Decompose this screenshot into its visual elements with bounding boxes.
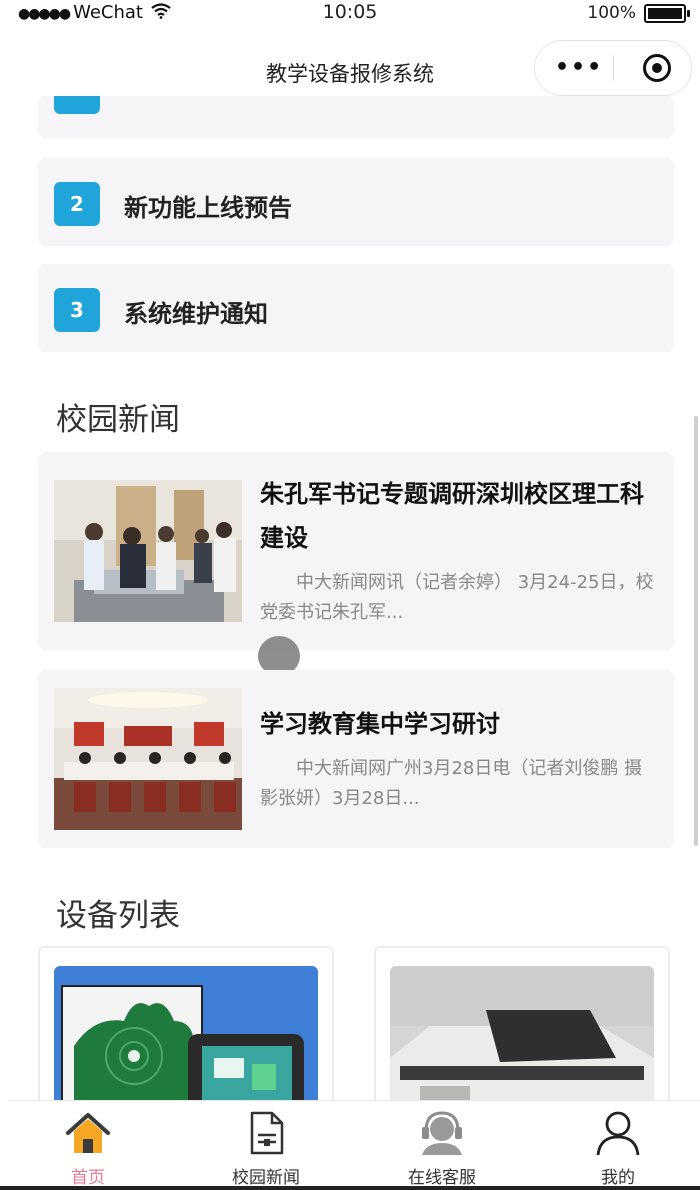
notice-badge-partial: [54, 96, 100, 114]
news-card[interactable]: 朱孔军书记专题调研深圳校区理工科建设 中大新闻网讯（记者余婷） 3月24-25日…: [38, 452, 674, 650]
news-photo-meeting-visit: [54, 480, 242, 622]
tab-label: 在线客服: [408, 1168, 476, 1188]
capsule-divider: [613, 55, 614, 81]
status-bar: ●●●●● WeChat 10:05 100%: [0, 0, 700, 30]
mini-program-capsule: •••: [534, 40, 692, 96]
tab-label: 校园新闻: [232, 1168, 300, 1188]
tab-profile[interactable]: 我的: [558, 1101, 678, 1188]
notice-item[interactable]: 2 新功能上线预告: [38, 158, 674, 246]
scrollbar[interactable]: [694, 416, 698, 846]
battery-icon: [644, 3, 690, 23]
tab-label: 我的: [601, 1168, 635, 1188]
news-photo-conference: [54, 688, 242, 830]
news-section-title: 校园新闻: [56, 402, 180, 438]
home-icon: [66, 1113, 110, 1153]
notice-title: 系统维护通知: [124, 300, 268, 328]
news-card[interactable]: 学习教育集中学习研讨 中大新闻网广州3月28日电（记者刘俊鹏 摄影张妍）3月28…: [38, 670, 674, 848]
battery-percent: 100%: [587, 3, 636, 23]
more-icon[interactable]: •••: [555, 55, 603, 80]
tab-customer-service[interactable]: 在线客服: [382, 1101, 502, 1188]
customer-service-icon: [422, 1111, 462, 1155]
tab-home[interactable]: 首页: [28, 1101, 148, 1188]
bottom-divider: [0, 1186, 700, 1190]
news-thumbnail: [54, 480, 242, 622]
tab-news[interactable]: 校园新闻: [206, 1101, 326, 1188]
notice-item-partial[interactable]: [38, 96, 674, 138]
tab-label: 首页: [71, 1168, 105, 1188]
news-thumbnail: [54, 688, 242, 830]
notice-number-badge: 2: [54, 182, 100, 226]
battery-info: 100%: [587, 3, 690, 23]
news-title: 学习教育集中学习研讨: [260, 710, 500, 738]
news-summary: 中大新闻网讯（记者余婷） 3月24-25日，校党委书记朱孔军...: [260, 572, 654, 623]
notice-item[interactable]: 3 系统维护通知: [38, 264, 674, 352]
news-title: 朱孔军书记专题调研深圳校区理工科建设: [260, 480, 644, 552]
notice-number-badge: 3: [54, 288, 100, 332]
document-icon: [250, 1111, 284, 1155]
device-section-title: 设备列表: [56, 898, 180, 934]
tab-bar: 首页 校园新闻 在线客服 我的: [10, 1100, 700, 1188]
news-summary: 中大新闻网广州3月28日电（记者刘俊鹏 摄影张妍）3月28日...: [260, 758, 643, 809]
user-icon: [596, 1111, 640, 1156]
target-icon[interactable]: [643, 54, 671, 82]
notice-title: 新功能上线预告: [124, 194, 292, 222]
